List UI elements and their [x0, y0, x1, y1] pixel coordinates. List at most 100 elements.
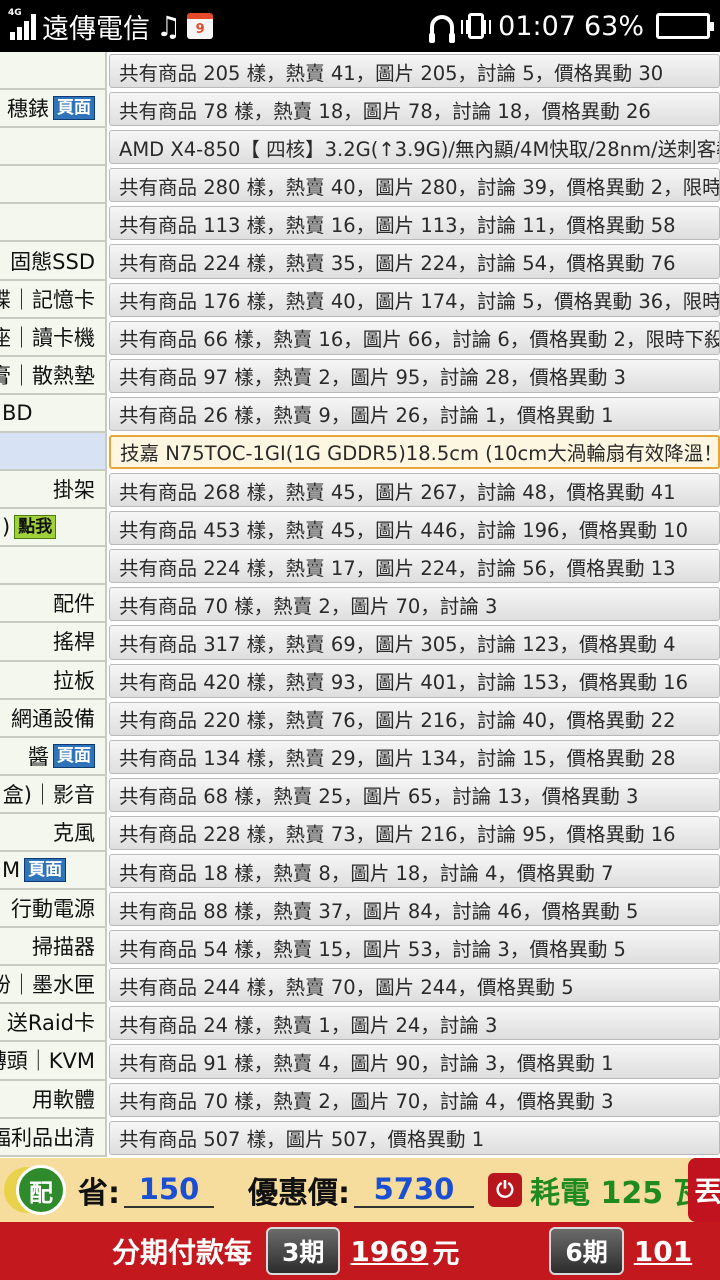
page-badge[interactable]: 頁面	[24, 858, 67, 883]
table-row[interactable]: BD 共有商品 26 樣，熱賣 9，圖片 26，討論 1，價格異動 1	[0, 394, 720, 433]
table-row[interactable]: 粉｜墨水匣 共有商品 244 樣，熱賣 70，圖片 244，價格異動 5	[0, 966, 720, 1005]
carrier-name: 遠傳電信	[42, 13, 150, 45]
page-badge[interactable]: 頁面	[53, 743, 95, 768]
category-cell[interactable]: 網通設備	[0, 699, 107, 738]
table-row[interactable]: 拉板 共有商品 420 樣，熱賣 93，圖片 401，討論 153，價格異動 16	[0, 661, 720, 700]
table-row[interactable]: 福利品出清 共有商品 507 樣，圖片 507，價格異動 1	[0, 1118, 720, 1157]
table-row[interactable]: 送Raid卡 共有商品 24 樣，熱賣 1，圖片 24，討論 3	[0, 1004, 720, 1043]
category-cell[interactable]: 粉｜墨水匣	[0, 966, 107, 1005]
category-cell[interactable]: 掃描器	[0, 928, 107, 967]
category-cell[interactable]: 配件	[0, 585, 107, 624]
table-row[interactable]: 掛架 共有商品 268 樣，熱賣 45，圖片 267，討論 48，價格異動 41	[0, 471, 720, 510]
installment-6-button[interactable]: 6期	[549, 1227, 624, 1275]
category-cell[interactable]: 用軟體	[0, 1080, 107, 1119]
table-row[interactable]: 配件 共有商品 70 樣，熱賣 2，圖片 70，討論 3	[0, 585, 720, 624]
product-summary[interactable]: 共有商品 220 樣，熱賣 76，圖片 216，討論 40，價格異動 22	[109, 701, 720, 736]
product-summary[interactable]: 共有商品 113 樣，熱賣 16，圖片 113，討論 11，價格異動 58	[109, 206, 720, 241]
table-row[interactable]: 共有商品 224 樣，熱賣 17，圖片 224，討論 56，價格異動 13	[0, 547, 720, 586]
category-cell[interactable]	[0, 432, 107, 472]
product-summary[interactable]: 共有商品 453 樣，熱賣 45，圖片 446，討論 196，價格異動 10	[109, 511, 720, 546]
product-summary[interactable]: 共有商品 54 樣，熱賣 15，圖片 53，討論 3，價格異動 5	[109, 930, 720, 965]
category-cell[interactable]: 轉頭｜KVM	[0, 1042, 107, 1081]
category-label: 搖桿	[53, 630, 95, 655]
product-summary[interactable]: AMD X4-850【 四核】3.2G(↑3.9G)/無內顯/4M快取/28nm…	[109, 130, 720, 165]
table-row[interactable]: 克風 共有商品 228 樣，熱賣 73，圖片 216，討論 95，價格異動 16	[0, 813, 720, 852]
product-summary[interactable]: 共有商品 205 樣，熱賣 41，圖片 205，討論 5，價格異動 30	[109, 54, 720, 89]
product-summary[interactable]: 共有商品 280 樣，熱賣 40，圖片 280，討論 39，價格異動 2，限時	[109, 168, 720, 203]
category-cell[interactable]: 座｜讀卡機	[0, 318, 107, 357]
table-row[interactable]: 共有商品 280 樣，熱賣 40，圖片 280，討論 39，價格異動 2，限時	[0, 166, 720, 205]
table-row[interactable]: 掃描器 共有商品 54 樣，熱賣 15，圖片 53，討論 3，價格異動 5	[0, 928, 720, 967]
table-row[interactable]: 固態SSD 共有商品 224 樣，熱賣 35，圖片 224，討論 54，價格異動 …	[0, 242, 720, 281]
product-summary[interactable]: 共有商品 78 樣，熱賣 18，圖片 78，討論 18，價格異動 26	[109, 92, 720, 127]
product-summary[interactable]: 共有商品 26 樣，熱賣 9，圖片 26，討論 1，價格異動 1	[109, 396, 720, 431]
product-summary[interactable]: 共有商品 88 樣，熱賣 37，圖片 84，討論 46，價格異動 5	[109, 892, 720, 927]
category-cell[interactable]: 福利品出清	[0, 1118, 107, 1157]
product-summary[interactable]: 共有商品 91 樣，熱賣 4，圖片 90，討論 3，價格異動 1	[109, 1044, 720, 1079]
table-row[interactable]: 穗錶 頁面 共有商品 78 樣，熱賣 18，圖片 78，討論 18，價格異動 26	[0, 90, 720, 129]
category-cell[interactable]	[0, 547, 107, 586]
category-cell[interactable]: 克風	[0, 813, 107, 852]
table-row[interactable]: AMD X4-850【 四核】3.2G(↑3.9G)/無內顯/4M快取/28nm…	[0, 128, 720, 167]
product-summary[interactable]: 共有商品 224 樣，熱賣 35，圖片 224，討論 54，價格異動 76	[109, 244, 720, 279]
table-row[interactable]: 醬頁面 共有商品 134 樣，熱賣 29，圖片 134，討論 15，價格異動 28	[0, 737, 720, 776]
product-summary[interactable]: 共有商品 317 樣，熱賣 69，圖片 305，討論 123，價格異動 4	[109, 625, 720, 660]
page-badge[interactable]: 頁面	[53, 96, 95, 121]
product-summary[interactable]: 共有商品 68 樣，熱賣 25，圖片 65，討論 13，價格異動 3	[109, 777, 720, 812]
category-cell[interactable]: 送Raid卡	[0, 1004, 107, 1043]
product-summary[interactable]: 共有商品 268 樣，熱賣 45，圖片 267，討論 48，價格異動 41	[109, 473, 720, 508]
installment-3-button[interactable]: 3期	[266, 1227, 341, 1275]
product-summary[interactable]: 共有商品 134 樣，熱賣 29，圖片 134，討論 15，價格異動 28	[109, 739, 720, 774]
product-summary[interactable]: 共有商品 97 樣，熱賣 2，圖片 95，討論 28，價格異動 3	[109, 358, 720, 393]
category-cell[interactable]: 固態SSD	[0, 242, 107, 281]
product-summary[interactable]: 共有商品 70 樣，熱賣 2，圖片 70，討論 4，價格異動 3	[109, 1082, 720, 1117]
product-summary[interactable]: 共有商品 228 樣，熱賣 73，圖片 216，討論 95，價格異動 16	[109, 815, 720, 850]
table-row[interactable]: 搖桿 共有商品 317 樣，熱賣 69，圖片 305，討論 123，價格異動 4	[0, 623, 720, 662]
table-row[interactable]: 用軟體 共有商品 70 樣，熱賣 2，圖片 70，討論 4，價格異動 3	[0, 1080, 720, 1119]
edge-button[interactable]: 丟	[688, 1158, 720, 1222]
product-summary[interactable]: 共有商品 244 樣，熱賣 70，圖片 244，價格異動 5	[109, 968, 720, 1003]
category-cell[interactable]	[0, 128, 107, 167]
category-cell[interactable]	[0, 204, 107, 243]
product-summary[interactable]: 共有商品 66 樣，熱賣 16，圖片 66，討論 6，價格異動 2，限時下殺	[109, 320, 720, 355]
category-cell[interactable]: M 頁面	[0, 851, 107, 891]
category-label: 配件	[53, 592, 95, 617]
category-cell[interactable]: ) 點我	[0, 509, 107, 548]
category-cell[interactable]: 搖桿	[0, 623, 107, 662]
category-cell[interactable]: BD	[0, 394, 107, 433]
pei-badge-icon[interactable]: 配	[16, 1165, 66, 1215]
category-cell[interactable]: 拉板	[0, 661, 107, 700]
product-summary[interactable]: 共有商品 70 樣，熱賣 2，圖片 70，討論 3	[109, 587, 720, 622]
category-cell[interactable]: 膏｜散熱墊	[0, 356, 107, 395]
table-row[interactable]: 共有商品 113 樣，熱賣 16，圖片 113，討論 11，價格異動 58	[0, 204, 720, 243]
category-cell[interactable]: 掛架	[0, 471, 107, 510]
product-summary[interactable]: 共有商品 18 樣，熱賣 8，圖片 18，討論 4，價格異動 7	[109, 853, 720, 889]
table-row[interactable]: 行動電源 共有商品 88 樣，熱賣 37，圖片 84，討論 46，價格異動 5	[0, 890, 720, 929]
table-row[interactable]: 座｜讀卡機 共有商品 66 樣，熱賣 16，圖片 66，討論 6，價格異動 2，限…	[0, 318, 720, 357]
click-me-badge[interactable]: 點我	[14, 515, 57, 540]
category-cell[interactable]: 穗錶 頁面	[0, 90, 107, 129]
product-summary[interactable]: 共有商品 224 樣，熱賣 17，圖片 224，討論 56，價格異動 13	[109, 549, 720, 584]
category-cell[interactable]: 碟｜記憶卡	[0, 280, 107, 319]
table-row[interactable]: 盒)｜影音 共有商品 68 樣，熱賣 25，圖片 65，討論 13，價格異動 3	[0, 775, 720, 814]
category-cell[interactable]: 盒)｜影音	[0, 775, 107, 814]
table-row[interactable]: 技嘉 N75TOC-1GI(1G GDDR5)18.5cm (10cm大渦輪扇有…	[0, 432, 720, 472]
product-summary[interactable]: 共有商品 176 樣，熱賣 40，圖片 174，討論 5，價格異動 36，限時	[109, 282, 720, 317]
category-cell[interactable]: 醬頁面	[0, 737, 107, 776]
product-summary[interactable]: 共有商品 507 樣，圖片 507，價格異動 1	[109, 1120, 720, 1155]
product-summary[interactable]: 技嘉 N75TOC-1GI(1G GDDR5)18.5cm (10cm大渦輪扇有…	[109, 434, 720, 470]
category-label: 醬	[28, 744, 49, 769]
table-row[interactable]: 網通設備 共有商品 220 樣，熱賣 76，圖片 216，討論 40，價格異動 2…	[0, 699, 720, 738]
product-summary[interactable]: 共有商品 24 樣，熱賣 1，圖片 24，討論 3	[109, 1006, 720, 1041]
category-cell[interactable]	[0, 52, 107, 91]
category-cell[interactable]	[0, 166, 107, 205]
category-cell[interactable]: 行動電源	[0, 890, 107, 929]
table-row[interactable]: 轉頭｜KVM 共有商品 91 樣，熱賣 4，圖片 90，討論 3，價格異動 1	[0, 1042, 720, 1081]
table-row[interactable]: M 頁面 共有商品 18 樣，熱賣 8，圖片 18，討論 4，價格異動 7	[0, 851, 720, 891]
table-row[interactable]: 膏｜散熱墊 共有商品 97 樣，熱賣 2，圖片 95，討論 28，價格異動 3	[0, 356, 720, 395]
product-summary[interactable]: 共有商品 420 樣，熱賣 93，圖片 401，討論 153，價格異動 16	[109, 663, 720, 698]
installment-bar: 分期付款每 3期 1969 元 6期 101	[0, 1222, 720, 1280]
table-row[interactable]: 共有商品 205 樣，熱賣 41，圖片 205，討論 5，價格異動 30	[0, 52, 720, 91]
table-row[interactable]: ) 點我 共有商品 453 樣，熱賣 45，圖片 446，討論 196，價格異動 1…	[0, 509, 720, 548]
table-row[interactable]: 碟｜記憶卡 共有商品 176 樣，熱賣 40，圖片 174，討論 5，價格異動 3…	[0, 280, 720, 319]
